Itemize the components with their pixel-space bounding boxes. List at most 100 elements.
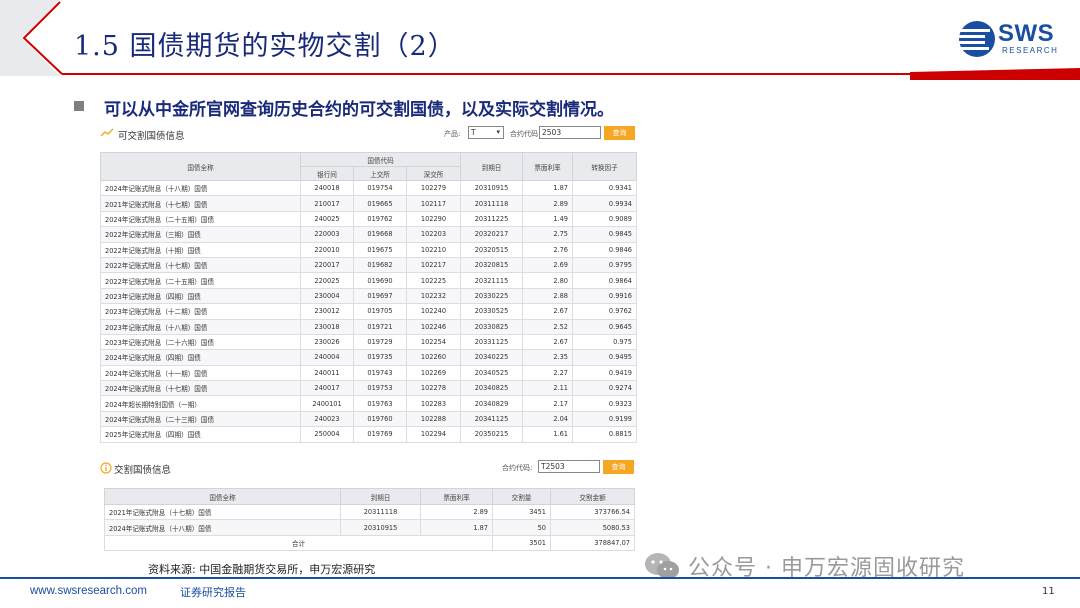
footer-url[interactable]: www.swsresearch.com: [30, 585, 147, 597]
coupon: 2.17: [522, 395, 573, 412]
section-subtitle: 可以从中金所官网查询历史合约的可交割国债，以及实际交割情况。: [104, 100, 614, 120]
szse-code: 102217: [406, 256, 461, 274]
szse-code: 102290: [406, 210, 461, 228]
sse-code: 019675: [353, 241, 407, 258]
interbank-code: 230026: [300, 333, 354, 351]
sse-code: 019690: [353, 272, 407, 289]
bond-name: 2024年记账式附息（十八期）国债: [104, 519, 341, 536]
interbank-code: 220010: [300, 241, 354, 258]
coupon: 2.69: [522, 256, 573, 274]
interbank-code: 230004: [300, 287, 354, 305]
interbank-code: 240004: [300, 349, 354, 366]
table-row: 2023年记账式附息（十二期）国债 230012 019705 102240 20330…: [100, 303, 637, 320]
query-button[interactable]: 查询: [604, 126, 635, 140]
bond-name: 2023年记账式附息（十八期）国债: [100, 318, 301, 335]
bond-name: 2022年记账式附息（十期）国债: [100, 241, 301, 258]
panel-header: 可交割国债信息 产品: T ▾ 合约代码 2503 查询: [98, 124, 638, 144]
bond-name: 2023年记账式附息（十二期）国债: [100, 303, 301, 320]
panel-title: 可交割国债信息: [118, 131, 185, 142]
conversion-factor: 0.9089: [572, 210, 637, 228]
szse-code: 102254: [406, 333, 461, 351]
maturity: 20340225: [460, 349, 523, 366]
deliverable-bonds-panel: 可交割国债信息 产品: T ▾ 合约代码 2503 查询 国债全称 国债代码 到…: [98, 124, 638, 446]
contract-input[interactable]: T2503: [538, 460, 600, 473]
coupon: 2.89: [522, 195, 573, 212]
contract-label: 合约代码: [510, 130, 538, 138]
col-header-coupon: 票面利率: [522, 152, 573, 181]
col-header-volume: 交割量: [492, 488, 551, 505]
sse-code: 019753: [353, 380, 407, 397]
conversion-factor: 0.8815: [572, 426, 637, 443]
sse-code: 019769: [353, 426, 407, 443]
col-header-coupon: 票面利率: [420, 488, 493, 505]
szse-code: 102246: [406, 318, 461, 335]
szse-code: 102278: [406, 380, 461, 397]
col-header-maturity: 到期日: [460, 152, 523, 181]
globe-icon: [959, 21, 995, 57]
bond-name: 2021年记账式附息（十七期）国债: [100, 195, 301, 212]
table-row: 2023年记账式附息（十八期）国债 230018 019721 102246 20330…: [100, 318, 637, 335]
szse-code: 102279: [406, 179, 461, 197]
table-row: 2023年记账式附息（四期）国债 230004 019697 102232 203302…: [100, 287, 637, 305]
sse-code: 019697: [353, 287, 407, 305]
coupon: 2.11: [522, 380, 573, 397]
col-header-interbank: 银行间: [300, 166, 354, 181]
coupon: 2.35: [522, 349, 573, 366]
maturity: 20310915: [460, 179, 523, 197]
product-select[interactable]: T ▾: [468, 126, 504, 139]
table-row: 2021年记账式附息（十七期）国债 210017 019665 102117 20311…: [100, 195, 637, 212]
col-header-name: 国债全称: [100, 152, 301, 181]
bond-name: 2024年记账式附息（十八期）国债: [100, 179, 301, 197]
szse-code: 102210: [406, 241, 461, 258]
szse-code: 102225: [406, 272, 461, 289]
footer-report-label: 证券研究报告: [180, 586, 246, 599]
conversion-factor: 0.9199: [572, 410, 637, 428]
interbank-code: 240025: [300, 210, 354, 228]
coupon: 2.89: [420, 503, 493, 521]
bond-name: 2024年超长期特别国债（一期）: [100, 395, 301, 412]
conversion-factor: 0.9864: [572, 272, 637, 289]
chevron-down-icon: ▾: [496, 128, 500, 136]
slide-header: 1.5 国债期货的实物交割（2） SWS RESEARCH: [0, 0, 1080, 80]
logo-text: SWS: [998, 20, 1055, 47]
conversion-factor: 0.975: [572, 333, 637, 351]
logo-subtext: RESEARCH: [1002, 46, 1059, 55]
sse-code: 019705: [353, 303, 407, 320]
sse-code: 019762: [353, 210, 407, 228]
sws-logo: SWS RESEARCH: [958, 18, 1068, 62]
table-row: 2025年记账式附息（四期）国债 250004 019769 102294 203502…: [100, 426, 637, 443]
table-row: 2022年记账式附息（二十五期）国债 220025 019690 102225 2032…: [100, 272, 637, 289]
conversion-factor: 0.9495: [572, 349, 637, 366]
coupon: 2.80: [522, 272, 573, 289]
table-row: 2024年记账式附息（四期）国债 240004 019735 102260 203402…: [100, 349, 637, 366]
table-row: 2024年记账式附息（十八期）国债 240018 019754 102279 20310…: [100, 179, 637, 197]
maturity: 20350215: [460, 426, 523, 443]
contract-input[interactable]: 2503: [539, 126, 601, 139]
maturity: 20340825: [460, 380, 523, 397]
conversion-factor: 0.9916: [572, 287, 637, 305]
szse-code: 102232: [406, 287, 461, 305]
col-header-sse: 上交所: [353, 166, 407, 181]
interbank-code: 250004: [300, 426, 354, 443]
sse-code: 019665: [353, 195, 407, 212]
product-label: 产品:: [444, 130, 461, 138]
table-row: 2021年记账式附息（十七期）国债 20311118 2.89 3451 373766.…: [104, 503, 635, 521]
col-header-szse: 深交所: [406, 166, 461, 181]
szse-code: 102203: [406, 226, 461, 243]
deliverable-bonds-table: 国债全称 国债代码 到期日 票面利率 转换因子 银行间 上交所 深交所 2024…: [100, 152, 637, 443]
maturity: 20330525: [460, 303, 523, 320]
delivery-amount: 373766.54: [550, 503, 635, 521]
delivery-table: 国债全称 到期日 票面利率 交割量 交割金额 2021年记账式附息（十七期）国债…: [104, 488, 635, 552]
coupon: 2.67: [522, 333, 573, 351]
delivery-volume: 3451: [492, 503, 551, 521]
interbank-code: 2400101: [300, 395, 354, 412]
total-amount: 378847.07: [550, 534, 635, 552]
sse-code: 019682: [353, 256, 407, 274]
bond-name: 2024年记账式附息（四期）国债: [100, 349, 301, 366]
coupon: 2.76: [522, 241, 573, 258]
query-button[interactable]: 查询: [603, 460, 634, 474]
total-row: 合计 3501 378847.07: [104, 534, 635, 552]
interbank-code: 220003: [300, 226, 354, 243]
maturity: 20340829: [460, 395, 523, 412]
page-number: 11: [1042, 586, 1055, 597]
